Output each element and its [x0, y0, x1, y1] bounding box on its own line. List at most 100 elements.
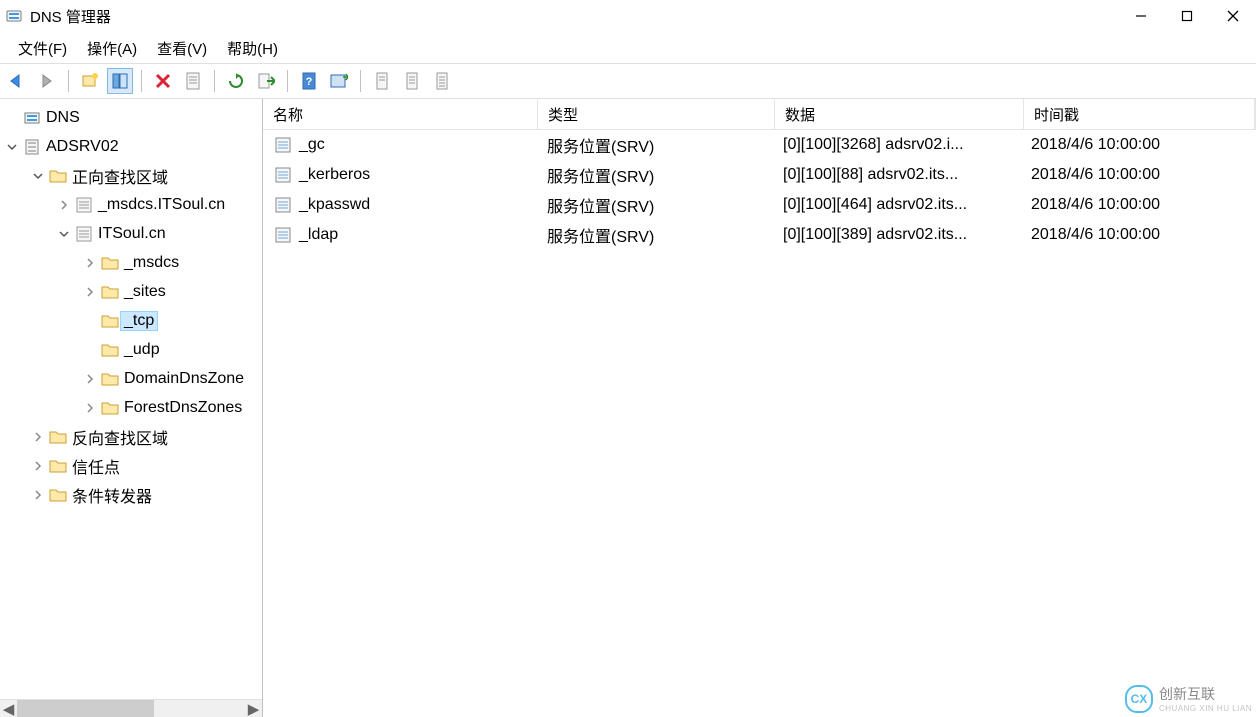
watermark: CX 创新互联 CHUANG XIN HU LIAN — [1125, 684, 1252, 713]
folder-icon — [48, 485, 68, 505]
list-body[interactable]: _gc服务位置(SRV)[0][100][3268] adsrv02.i...2… — [263, 130, 1256, 717]
watermark-text: 创新互联 — [1159, 684, 1252, 704]
delete-button[interactable] — [150, 68, 176, 94]
tree-reverse-zones[interactable]: 反向查找区域 — [0, 422, 262, 451]
menu-help[interactable]: 帮助(H) — [217, 36, 288, 61]
list-row[interactable]: _kerberos服务位置(SRV)[0][100][88] adsrv02.i… — [263, 160, 1256, 190]
zone-icon — [74, 224, 94, 244]
chevron-right-icon[interactable] — [82, 371, 98, 387]
tree-server[interactable]: ADSRV02 — [0, 132, 262, 161]
dns-root-icon — [22, 108, 42, 128]
column-header-name[interactable]: 名称 — [263, 99, 538, 129]
tree-label-udp: _udp — [124, 341, 160, 359]
list-row[interactable]: _ldap服务位置(SRV)[0][100][389] adsrv02.its.… — [263, 220, 1256, 250]
column-header-data[interactable]: 数据 — [775, 99, 1024, 129]
chevron-down-icon[interactable] — [30, 168, 46, 184]
tree-label-tcp: _tcp — [120, 311, 158, 331]
tree-trust-points[interactable]: 信任点 — [0, 451, 262, 480]
chevron-right-icon[interactable] — [30, 487, 46, 503]
chevron-down-icon[interactable] — [56, 226, 72, 242]
tree-udp[interactable]: _udp — [0, 335, 262, 364]
scroll-left-icon[interactable]: ◀ — [0, 700, 17, 717]
list-row[interactable]: _gc服务位置(SRV)[0][100][3268] adsrv02.i...2… — [263, 130, 1256, 160]
tree-horizontal-scrollbar[interactable]: ◀ ▶ — [0, 699, 262, 717]
tree-domdnszones[interactable]: DomainDnsZone — [0, 364, 262, 393]
show-hide-button[interactable] — [107, 68, 133, 94]
toolbar-sep-2 — [141, 70, 142, 92]
cell-name: _kpasswd — [299, 196, 370, 214]
app-icon — [6, 8, 22, 24]
folder-icon — [100, 340, 120, 360]
blank-icon — [4, 110, 20, 126]
cell-type: 服务位置(SRV) — [537, 133, 773, 157]
list-pane: 名称 类型 数据 时间戳 _gc服务位置(SRV)[0][100][3268] … — [263, 99, 1256, 717]
cell-name: _ldap — [299, 226, 338, 244]
window-title: DNS 管理器 — [30, 6, 111, 27]
toolbar-sep-5 — [360, 70, 361, 92]
back-button[interactable] — [4, 68, 30, 94]
folder-icon — [48, 166, 68, 186]
tree-root-dns[interactable]: DNS — [0, 103, 262, 132]
menu-action[interactable]: 操作(A) — [77, 36, 147, 61]
chevron-right-icon[interactable] — [30, 458, 46, 474]
tree-msdcs-itsoul[interactable]: _msdcs.ITSoul.cn — [0, 190, 262, 219]
tree-forward-zones[interactable]: 正向查找区域 — [0, 161, 262, 190]
new-item-button[interactable] — [77, 68, 103, 94]
cell-data: [0][100][88] adsrv02.its... — [773, 166, 1021, 184]
export-button[interactable] — [253, 68, 279, 94]
tree-sites[interactable]: _sites — [0, 277, 262, 306]
toolbar: ? — [0, 63, 1256, 99]
tree-label-msdcs-itsoul: _msdcs.ITSoul.cn — [98, 196, 225, 214]
forward-button[interactable] — [34, 68, 60, 94]
record-icon — [273, 225, 293, 245]
maximize-button[interactable] — [1164, 0, 1210, 32]
dns-manager-window: DNS 管理器 文件(F) 操作(A) 查看(V) 帮助(H) — [0, 0, 1256, 717]
new-window-button[interactable] — [326, 68, 352, 94]
tree-tcp[interactable]: _tcp — [0, 306, 262, 335]
folder-icon — [100, 282, 120, 302]
navigation-tree[interactable]: DNS ADSRV02 正向查找区域 _msd — [0, 99, 262, 699]
tree-forestdnszones[interactable]: ForestDnsZones — [0, 393, 262, 422]
tree-label-dns: DNS — [46, 109, 80, 127]
tree-label-forward: 正向查找区域 — [72, 164, 168, 188]
watermark-sub: CHUANG XIN HU LIAN — [1159, 704, 1252, 713]
refresh-button[interactable] — [223, 68, 249, 94]
blank-icon — [82, 313, 98, 329]
close-button[interactable] — [1210, 0, 1256, 32]
scroll-thumb[interactable] — [17, 700, 154, 717]
chevron-right-icon[interactable] — [82, 284, 98, 300]
info-button-3[interactable] — [429, 68, 455, 94]
tree-label-trust: 信任点 — [72, 454, 120, 478]
tree-itsoul[interactable]: ITSoul.cn — [0, 219, 262, 248]
chevron-right-icon[interactable] — [82, 400, 98, 416]
scroll-right-icon[interactable]: ▶ — [245, 700, 262, 717]
scroll-track[interactable] — [17, 700, 245, 717]
tree-label-domdnszones: DomainDnsZone — [124, 370, 244, 388]
menu-view[interactable]: 查看(V) — [147, 36, 217, 61]
column-header-timestamp[interactable]: 时间戳 — [1024, 99, 1255, 129]
list-header: 名称 类型 数据 时间戳 — [263, 99, 1256, 130]
folder-icon — [100, 369, 120, 389]
info-button-1[interactable] — [369, 68, 395, 94]
tree-conditional-forwarders[interactable]: 条件转发器 — [0, 480, 262, 509]
cell-timestamp: 2018/4/6 10:00:00 — [1021, 196, 1256, 214]
chevron-right-icon[interactable] — [56, 197, 72, 213]
help-button[interactable]: ? — [296, 68, 322, 94]
minimize-button[interactable] — [1118, 0, 1164, 32]
chevron-right-icon[interactable] — [30, 429, 46, 445]
properties-button[interactable] — [180, 68, 206, 94]
menu-file[interactable]: 文件(F) — [8, 36, 77, 61]
cell-timestamp: 2018/4/6 10:00:00 — [1021, 226, 1256, 244]
record-icon — [273, 135, 293, 155]
toolbar-sep-1 — [68, 70, 69, 92]
cell-data: [0][100][464] adsrv02.its... — [773, 196, 1021, 214]
chevron-down-icon[interactable] — [4, 139, 20, 155]
cell-timestamp: 2018/4/6 10:00:00 — [1021, 166, 1256, 184]
cell-data: [0][100][389] adsrv02.its... — [773, 226, 1021, 244]
info-button-2[interactable] — [399, 68, 425, 94]
column-header-type[interactable]: 类型 — [538, 99, 775, 129]
chevron-right-icon[interactable] — [82, 255, 98, 271]
tree-msdcs[interactable]: _msdcs — [0, 248, 262, 277]
folder-open-icon — [100, 311, 120, 331]
list-row[interactable]: _kpasswd服务位置(SRV)[0][100][464] adsrv02.i… — [263, 190, 1256, 220]
